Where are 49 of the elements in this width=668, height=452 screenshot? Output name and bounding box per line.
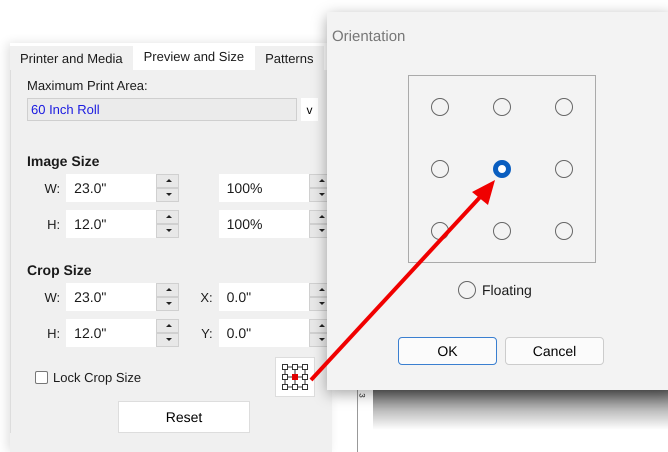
radio-button[interactable]	[431, 160, 449, 178]
field-label: Y:	[200, 326, 214, 340]
radio-button[interactable]	[458, 281, 476, 299]
input-field[interactable]: 23.0"	[66, 174, 156, 202]
field-label: W:	[44, 180, 62, 196]
input-field[interactable]: 0.0"	[218, 283, 309, 311]
radio-button[interactable]	[493, 222, 511, 240]
radio-button[interactable]	[555, 98, 573, 116]
input-field[interactable]: 100%	[218, 210, 309, 238]
input-field[interactable]: 12.0"	[66, 210, 156, 238]
radio-button[interactable]	[555, 222, 573, 240]
ok-button[interactable]: OK	[398, 337, 497, 365]
input-field[interactable]: 100%	[218, 174, 309, 202]
spin-up-button[interactable]	[156, 174, 180, 188]
section-title: Image Size	[27, 153, 100, 169]
tab[interactable]: Printer and Media	[10, 46, 133, 70]
field-label: X:	[199, 290, 214, 304]
dropdown-button[interactable]: v	[301, 98, 318, 121]
section-title: Crop Size	[27, 262, 92, 278]
reset-button[interactable]: Reset	[118, 401, 250, 433]
input-field[interactable]: 0.0"	[218, 319, 309, 347]
checkbox-label: Lock Crop Size	[53, 370, 142, 384]
radio-button[interactable]	[493, 98, 511, 116]
field-label: Maximum Print Area:	[27, 78, 149, 93]
field-label: W:	[44, 290, 62, 304]
spin-down-button[interactable]	[156, 333, 180, 347]
radio-button[interactable]	[431, 98, 449, 116]
cancel-button[interactable]: Cancel	[505, 337, 604, 365]
print-area-dropdown[interactable]: 60 Inch Roll	[27, 98, 297, 121]
radio-button[interactable]	[493, 160, 511, 178]
spin-down-button[interactable]	[156, 188, 180, 202]
radio-label: Floating	[482, 282, 532, 298]
spin-down-button[interactable]	[156, 297, 180, 311]
spin-down-button[interactable]	[156, 224, 180, 238]
radio-button[interactable]	[431, 222, 449, 240]
field-label: H:	[46, 216, 62, 232]
orientation-button[interactable]	[275, 357, 315, 397]
tab[interactable]: Patterns	[255, 46, 324, 70]
dialog-title: Orientation	[332, 28, 406, 45]
ruler-number: 3	[358, 393, 367, 398]
field-label: H:	[46, 326, 62, 340]
anchor-grid-icon	[281, 363, 309, 391]
input-field[interactable]: 12.0"	[66, 319, 156, 347]
radio-button[interactable]	[555, 160, 573, 178]
checkbox[interactable]	[35, 370, 48, 384]
spin-up-button[interactable]	[156, 319, 180, 333]
spin-up-button[interactable]	[156, 210, 180, 224]
spin-up-button[interactable]	[156, 283, 180, 297]
input-field[interactable]: 23.0"	[66, 283, 156, 311]
